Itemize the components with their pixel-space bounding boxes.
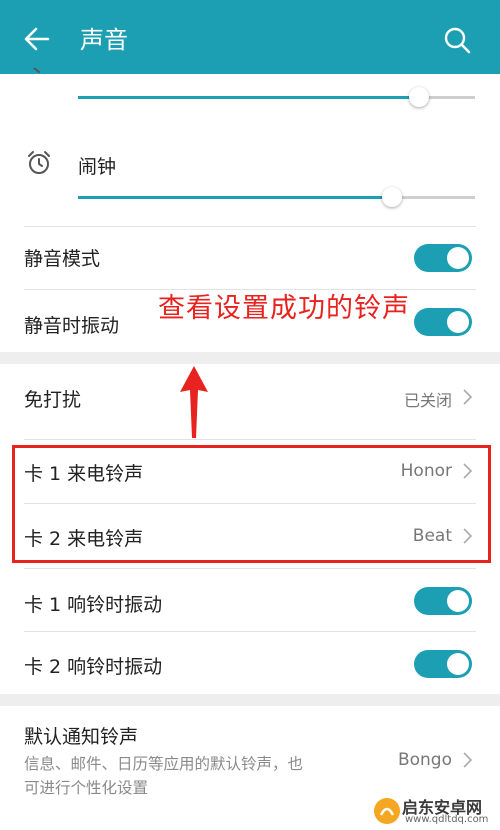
page-title: 声音 (80, 26, 128, 54)
dnd-row[interactable]: 免打扰 已关闭 (0, 364, 500, 428)
alarm-label: 闹钟 (78, 156, 117, 178)
watermark-url: www.qdltdq.com (405, 814, 489, 825)
toggle-knob (447, 247, 469, 269)
chevron-right-icon (463, 752, 473, 768)
watermark: 启东安卓网 www.qdltdq.com (372, 793, 500, 830)
sim2-vibrate-row[interactable]: 卡 2 响铃时振动 (0, 632, 500, 694)
search-icon[interactable] (442, 25, 472, 55)
silent-vibrate-toggle[interactable] (414, 308, 472, 336)
notification-value: Bongo (397, 750, 452, 770)
toggle-knob (447, 311, 469, 333)
annotation-highlight-box (12, 445, 491, 563)
silent-vibrate-label: 静音时振动 (24, 315, 120, 337)
silent-mode-row[interactable]: 静音模式 (0, 226, 500, 289)
volume-slider-fill (78, 96, 420, 99)
annotation-arrow-icon (180, 366, 208, 438)
chevron-right-icon (463, 389, 473, 405)
back-arrow-icon[interactable] (22, 24, 52, 54)
dnd-value: 已关闭 (403, 391, 452, 410)
alarm-slider[interactable] (78, 187, 475, 207)
notification-label: 默认通知铃声 (24, 726, 139, 748)
alarm-slider-thumb[interactable] (381, 187, 402, 207)
alarm-slider-fill (78, 196, 392, 199)
watermark-logo-icon (374, 798, 400, 824)
annotation-text: 查看设置成功的铃声 (158, 293, 410, 324)
app-bar: 声音 (0, 0, 500, 74)
notification-description: 信息、邮件、日历等应用的默认铃声，也可进行个性化设置 (24, 755, 304, 797)
sim1-vibrate-row[interactable]: 卡 1 响铃时振动 (0, 569, 500, 631)
sim1-vibrate-label: 卡 1 响铃时振动 (24, 594, 163, 616)
dnd-label: 免打扰 (24, 389, 82, 411)
toggle-knob (447, 590, 469, 612)
alarm-clock-icon (28, 151, 50, 174)
volume-slider-thumb[interactable] (409, 87, 430, 107)
silent-mode-toggle[interactable] (414, 244, 472, 272)
toggle-knob (447, 653, 469, 675)
sim2-vibrate-toggle[interactable] (414, 650, 472, 678)
volume-icon (33, 68, 40, 73)
silent-mode-label: 静音模式 (24, 248, 101, 270)
sim1-vibrate-toggle[interactable] (414, 587, 472, 615)
sim2-vibrate-label: 卡 2 响铃时振动 (24, 656, 163, 678)
volume-slider[interactable] (78, 87, 475, 107)
